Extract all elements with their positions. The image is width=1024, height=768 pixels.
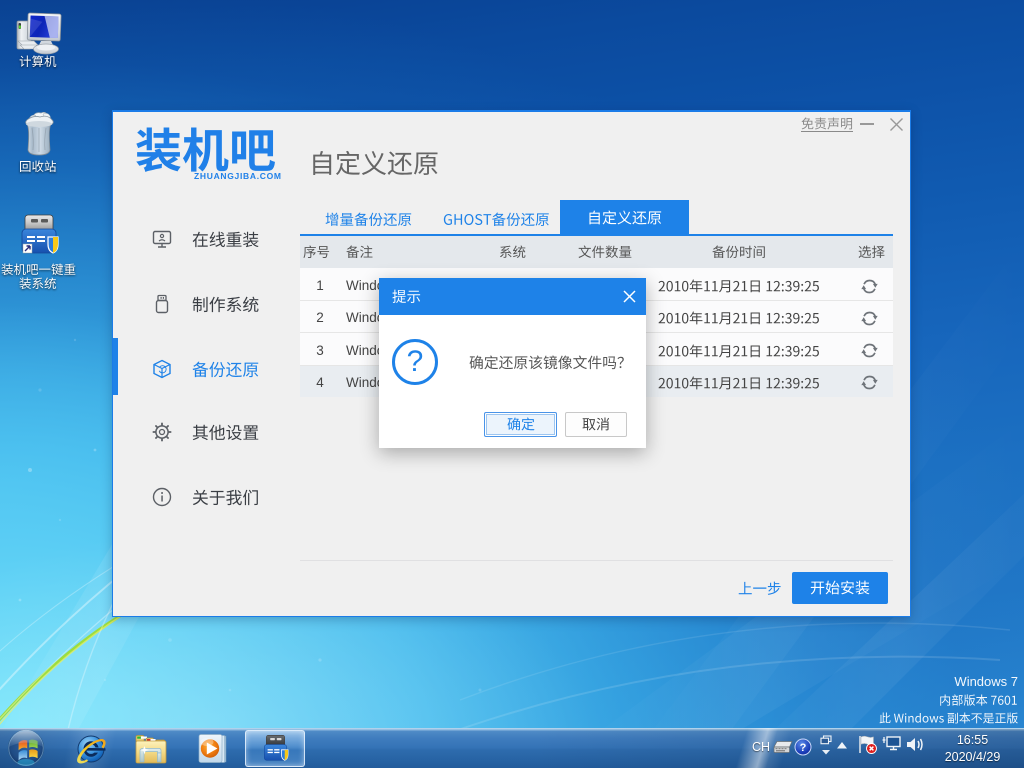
svg-text:?: ? [800,742,807,754]
